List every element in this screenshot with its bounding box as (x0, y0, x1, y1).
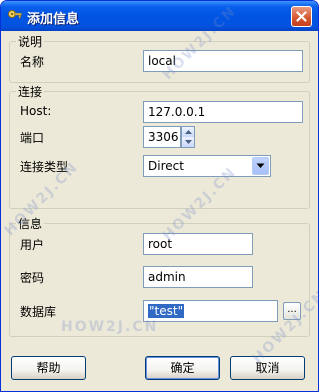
database-input[interactable]: "test" (143, 300, 278, 322)
port-spinner (181, 126, 195, 148)
user-input[interactable]: root (143, 233, 253, 255)
group-description: 说明 名称 local (9, 33, 310, 83)
port-label: 端口 (20, 131, 45, 145)
group-info-legend: 信息 (16, 215, 45, 232)
spin-down-button[interactable] (182, 137, 194, 147)
browse-button[interactable]: ... (283, 302, 301, 320)
dialog-title: 添加信息 (27, 12, 80, 27)
name-label: 名称 (20, 55, 45, 69)
dropdown-button[interactable] (252, 157, 269, 175)
arrow-up-icon (185, 130, 192, 134)
group-connection-legend: 连接 (16, 83, 45, 100)
cancel-button[interactable]: 取消 (230, 356, 305, 380)
name-input[interactable]: local (143, 50, 303, 72)
database-value: "test" (148, 304, 185, 318)
connection-type-select[interactable]: Direct (143, 155, 271, 177)
connection-type-value: Direct (148, 159, 184, 173)
add-info-dialog: 添加信息 说明 名称 local 连接 Host: 127.0.0.1 端口 3… (0, 0, 319, 392)
key-icon (7, 8, 23, 24)
group-description-legend: 说明 (16, 33, 45, 50)
group-info: 信息 用户 root 密码 admin 数据库 "test" ... (9, 215, 310, 337)
database-label: 数据库 (20, 305, 57, 319)
arrow-down-icon (185, 140, 192, 144)
group-connection: 连接 Host: 127.0.0.1 端口 3306 连接类型 Direct (9, 83, 310, 209)
connection-type-label: 连接类型 (20, 160, 69, 174)
help-button[interactable]: 帮助 (11, 356, 86, 380)
password-label: 密码 (20, 271, 45, 285)
password-input[interactable]: admin (143, 266, 253, 288)
dialog-body: 说明 名称 local 连接 Host: 127.0.0.1 端口 3306 连… (5, 31, 314, 387)
close-icon (296, 11, 307, 22)
ok-button[interactable]: 确定 (145, 356, 220, 380)
title-bar[interactable]: 添加信息 (1, 1, 318, 31)
port-input[interactable]: 3306 (143, 126, 181, 148)
user-label: 用户 (20, 238, 45, 252)
chevron-down-icon (256, 163, 265, 168)
close-button[interactable] (291, 6, 312, 27)
host-label: Host: (20, 104, 52, 118)
host-input[interactable]: 127.0.0.1 (143, 101, 303, 123)
